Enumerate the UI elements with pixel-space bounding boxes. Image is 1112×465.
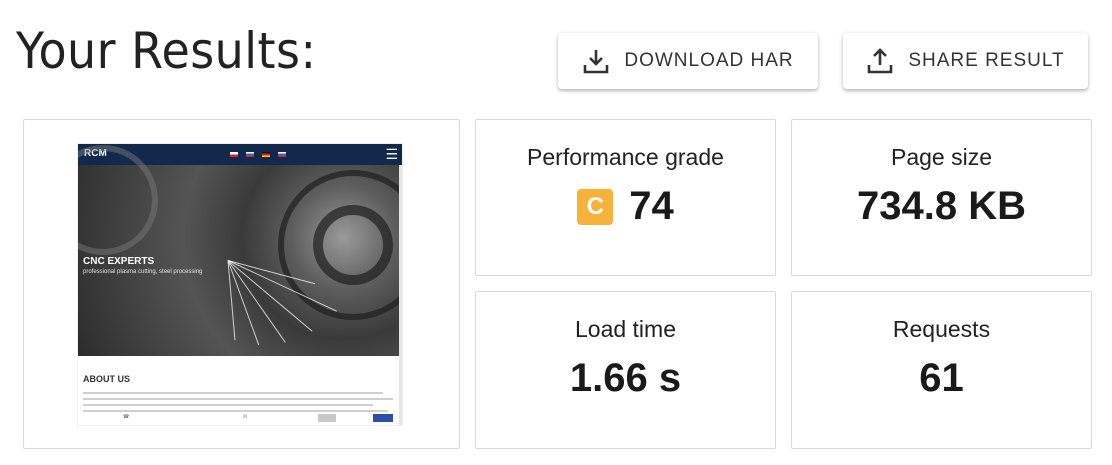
download-har-button[interactable]: DOWNLOAD HAR <box>558 33 818 89</box>
screenshot-logo-strip <box>318 414 336 422</box>
performance-grade-row: C 74 <box>476 184 775 229</box>
screenshot-hero-title: CNC EXPERTS <box>83 256 155 267</box>
language-flags <box>230 152 286 157</box>
load-time-card: Load time 1.66 s <box>475 291 776 449</box>
screenshot-scrollbar <box>399 165 402 425</box>
grade-badge: C <box>577 188 614 225</box>
screenshot-text-line <box>83 392 383 394</box>
screenshot-eu-flag <box>373 414 393 422</box>
download-icon <box>582 47 610 75</box>
share-result-label: SHARE RESULT <box>908 50 1065 71</box>
screenshot-hero-image: CNC EXPERTS professional plasma cutting,… <box>78 145 402 356</box>
load-time-value: 1.66 s <box>569 356 682 400</box>
page-screenshot-card: RCM ☰ CNC EXPERTS professional plasma cu… <box>23 119 460 449</box>
requests-card: Requests 61 <box>791 291 1092 449</box>
page-title: Your Results: <box>16 22 317 80</box>
share-result-button[interactable]: SHARE RESULT <box>843 33 1088 89</box>
page-size-label: Page size <box>890 144 992 170</box>
screenshot-text-line <box>83 410 388 412</box>
download-har-label: DOWNLOAD HAR <box>624 50 794 71</box>
screenshot-phone-icon: ☎ <box>123 414 130 420</box>
performance-score: 74 <box>629 184 674 228</box>
screenshot-about-heading: ABOUT US <box>83 374 130 384</box>
page-size-value: 734.8 KB <box>857 184 1026 228</box>
screenshot-hero-subtitle: professional plasma cutting, steel proce… <box>83 269 203 275</box>
hamburger-menu-icon: ☰ <box>385 146 398 162</box>
screenshot-text-line <box>83 404 373 406</box>
load-time-label: Load time <box>574 316 676 342</box>
page-size-card: Page size 734.8 KB <box>791 119 1092 276</box>
page-screenshot: RCM ☰ CNC EXPERTS professional plasma cu… <box>77 143 403 426</box>
performance-grade-card: Performance grade C 74 <box>475 119 776 276</box>
upload-icon <box>866 47 894 75</box>
screenshot-mail-icon: ✉ <box>243 414 248 420</box>
screenshot-text-line <box>83 398 393 400</box>
requests-value: 61 <box>919 356 964 400</box>
requests-label: Requests <box>892 316 991 342</box>
performance-grade-label: Performance grade <box>527 144 724 170</box>
